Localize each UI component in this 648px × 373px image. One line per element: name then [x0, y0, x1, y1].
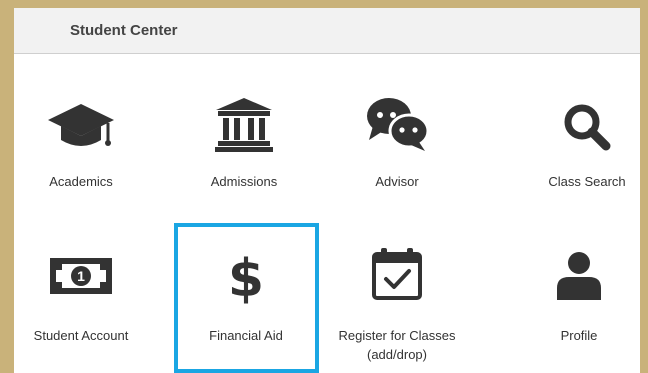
tile-profile[interactable]: Profile	[514, 244, 640, 364]
tile-label: Class Search	[548, 174, 626, 189]
institution-icon	[215, 98, 273, 152]
tile-label: Student Account	[33, 328, 129, 343]
student-center-panel: Student Center Academics Admissions Advi…	[14, 8, 640, 373]
user-icon	[557, 252, 601, 300]
tile-label: Admissions	[210, 174, 278, 189]
tile-academics[interactable]: Academics	[16, 92, 146, 212]
chat-bubbles-icon	[367, 98, 429, 151]
svg-text:$: $	[228, 249, 264, 304]
tile-financial-aid[interactable]: $ Financial Aid	[181, 244, 311, 364]
tile-advisor[interactable]: Advisor	[332, 92, 462, 212]
search-icon	[564, 104, 611, 151]
page-title: Student Center	[70, 22, 178, 39]
graduation-cap-icon	[48, 104, 114, 146]
tile-register-for-classes[interactable]: Register for Classes (add/drop)	[332, 244, 462, 369]
dollar-icon: $	[228, 249, 264, 304]
tile-label: Profile	[560, 328, 598, 343]
panel-header: Student Center	[14, 8, 640, 54]
tile-label: Register for Classes (add/drop)	[338, 328, 456, 362]
tile-label: Financial Aid	[209, 328, 283, 343]
tile-student-account[interactable]: 1 Student Account	[16, 244, 146, 364]
calendar-check-icon	[372, 248, 422, 300]
money-bill-icon: 1	[50, 258, 112, 294]
tile-label: Advisor	[375, 174, 419, 189]
tile-class-search[interactable]: Class Search	[522, 92, 640, 212]
tile-label: Academics	[49, 174, 113, 189]
tile-admissions[interactable]: Admissions	[179, 92, 309, 212]
svg-text:1: 1	[77, 268, 85, 284]
